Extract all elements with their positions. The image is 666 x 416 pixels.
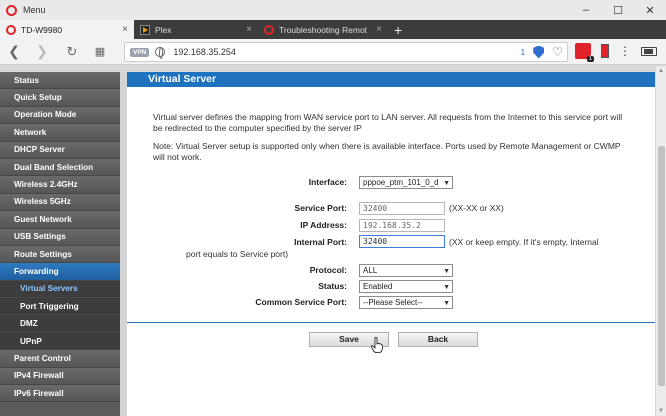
page-scrollbar[interactable]: ▲ ▼ bbox=[655, 66, 666, 416]
scroll-up-icon[interactable]: ▲ bbox=[658, 68, 664, 74]
status-select[interactable]: Enabled ▼ bbox=[359, 280, 453, 293]
main-content: Virtual Server Virtual server defines th… bbox=[127, 72, 655, 416]
sidebar-item-status[interactable]: Status bbox=[0, 72, 120, 90]
router-sidebar-menu: Status Quick Setup Operation Mode Network DH… bbox=[0, 72, 120, 416]
tab-label: Troubleshooting Remote A bbox=[279, 24, 367, 35]
sidebar-item-port-triggering[interactable]: Port Triggering bbox=[0, 298, 120, 316]
url-text[interactable]: 192.168.35.254 bbox=[173, 47, 236, 57]
adblock-shield-icon[interactable] bbox=[533, 45, 545, 59]
common-service-port-select[interactable]: --Please Select-- ▼ bbox=[359, 296, 453, 309]
minimize-button[interactable]: – bbox=[570, 0, 602, 20]
scroll-thumb[interactable] bbox=[658, 146, 665, 386]
common-service-port-value: --Please Select-- bbox=[363, 298, 423, 307]
sidebar-item-operation-mode[interactable]: Operation Mode bbox=[0, 106, 120, 125]
sidebar-item-network[interactable]: Network bbox=[0, 124, 120, 142]
sidebar-item-quick-setup[interactable]: Quick Setup bbox=[0, 89, 120, 107]
tab-close-icon[interactable]: × bbox=[376, 24, 382, 35]
plex-tab-icon bbox=[140, 24, 150, 35]
back-button[interactable]: Back bbox=[398, 332, 478, 347]
protocol-select[interactable]: ALL ▼ bbox=[359, 264, 453, 277]
chevron-down-icon: ▼ bbox=[443, 180, 450, 187]
ip-address-input[interactable]: 192.168.35.2 bbox=[359, 219, 445, 232]
tab-plex[interactable]: Plex × bbox=[134, 20, 258, 39]
status-label: Status: bbox=[318, 281, 347, 291]
forward-nav-icon[interactable]: ❯ bbox=[31, 41, 53, 63]
opera-tab-icon bbox=[264, 24, 274, 35]
form-divider bbox=[127, 322, 655, 323]
sidebar-item-virtual-servers[interactable]: Virtual Servers bbox=[0, 280, 120, 299]
maximize-button[interactable]: ☐ bbox=[602, 0, 634, 20]
protocol-select-value: ALL bbox=[363, 266, 378, 275]
page-note: Note: Virtual Server setup is supported … bbox=[153, 141, 621, 162]
sidebar-item-dual-band-selection[interactable]: Dual Band Selection bbox=[0, 158, 120, 177]
globe-icon bbox=[155, 47, 166, 59]
sidebar-item-route-settings[interactable]: Route Settings bbox=[0, 245, 120, 264]
close-window-button[interactable]: ✕ bbox=[634, 0, 666, 20]
extensions-area: 1 ⋮ bbox=[575, 43, 657, 62]
extension-flag-icon[interactable] bbox=[601, 44, 609, 58]
battery-saver-icon[interactable] bbox=[641, 46, 657, 56]
tab-troubleshooting[interactable]: Troubleshooting Remote A × bbox=[258, 20, 388, 39]
common-service-port-label: Common Service Port: bbox=[255, 297, 347, 307]
chevron-down-icon: ▼ bbox=[443, 284, 450, 291]
hand-cursor-icon bbox=[371, 337, 383, 353]
internal-port-hint-cont: port equals to Service port) bbox=[186, 249, 289, 259]
chevron-down-icon: ▼ bbox=[443, 300, 450, 307]
sidebar-item-dhcp-server[interactable]: DHCP Server bbox=[0, 141, 120, 159]
status-select-value: Enabled bbox=[363, 282, 393, 291]
interface-select-value: pppoe_ptm_101_0_d bbox=[363, 178, 439, 187]
speed-dial-grid-icon[interactable]: ▦ bbox=[89, 41, 111, 63]
opera-tab-icon bbox=[6, 24, 16, 35]
address-bar[interactable]: VPN 192.168.35.254 1 ♡ bbox=[124, 42, 568, 62]
ad-block-count: 1 bbox=[520, 47, 526, 57]
window-titlebar: Menu – ☐ ✕ bbox=[0, 0, 666, 20]
sidebar-item-dmz[interactable]: DMZ bbox=[0, 315, 120, 333]
back-nav-icon[interactable]: ❮ bbox=[3, 41, 25, 63]
protocol-label: Protocol: bbox=[309, 265, 347, 275]
address-toolbar: ❮ ❯ ↻ ▦ VPN 192.168.35.254 1 ♡ 1 ⋮ bbox=[0, 39, 666, 65]
tab-label: TD-W9980 bbox=[21, 24, 63, 35]
extension-red-icon[interactable]: 1 bbox=[575, 43, 594, 62]
internal-port-input[interactable]: 32400 bbox=[359, 235, 445, 248]
page-description: Virtual server defines the mapping from … bbox=[153, 112, 623, 133]
sidebar-item-forwarding[interactable]: Forwarding bbox=[0, 263, 120, 281]
service-port-input[interactable]: 32400 bbox=[359, 202, 445, 215]
url-actions: 1 ♡ bbox=[521, 45, 564, 59]
service-port-label: Service Port: bbox=[294, 203, 347, 213]
tab-close-icon[interactable]: × bbox=[246, 24, 252, 35]
tab-label: Plex bbox=[155, 24, 172, 35]
sidebar-item-wireless-5ghz[interactable]: Wireless 5GHz bbox=[0, 193, 120, 212]
sidebar-item-ipv4-firewall[interactable]: IPv4 Firewall bbox=[0, 367, 120, 386]
tab-strip: TD-W9980 × Plex × Troubleshooting Remote… bbox=[0, 20, 666, 39]
scroll-down-icon[interactable]: ▼ bbox=[658, 408, 664, 414]
internal-port-label: Internal Port: bbox=[294, 237, 347, 247]
window-controls: – ☐ ✕ bbox=[570, 0, 666, 20]
tab-close-icon[interactable]: × bbox=[122, 24, 128, 35]
page-title: Virtual Server bbox=[127, 72, 655, 87]
chevron-down-icon: ▼ bbox=[443, 268, 450, 275]
interface-select[interactable]: pppoe_ptm_101_0_d ▼ bbox=[359, 176, 453, 189]
menu-button[interactable]: Menu bbox=[23, 5, 46, 15]
ip-address-label: IP Address: bbox=[300, 220, 347, 230]
sidebar-item-upnp[interactable]: UPnP bbox=[0, 332, 120, 351]
sidebar-item-ipv6-firewall[interactable]: IPv6 Firewall bbox=[0, 385, 120, 403]
opera-logo-icon[interactable] bbox=[6, 4, 17, 16]
sidebar-item-wireless-2-4ghz[interactable]: Wireless 2.4GHz bbox=[0, 176, 120, 194]
new-tab-button[interactable]: + bbox=[388, 20, 408, 39]
sidebar-item-parent-control[interactable]: Parent Control bbox=[0, 350, 120, 368]
sidebar-item-usb-settings[interactable]: USB Settings bbox=[0, 228, 120, 246]
service-port-hint: (XX-XX or XX) bbox=[449, 203, 504, 213]
sidebar-item-guest-network[interactable]: Guest Network bbox=[0, 211, 120, 229]
extension-badge: 1 bbox=[586, 56, 594, 62]
page-top-band bbox=[0, 65, 655, 72]
vpn-badge[interactable]: VPN bbox=[130, 47, 150, 57]
extensions-menu-icon[interactable]: ⋮ bbox=[619, 44, 631, 58]
interface-label: Interface: bbox=[308, 177, 347, 187]
internal-port-hint: (XX or keep empty. If it's empty, Intern… bbox=[449, 237, 599, 247]
tab-td-w9980[interactable]: TD-W9980 × bbox=[0, 20, 134, 39]
bookmark-heart-icon[interactable]: ♡ bbox=[552, 45, 563, 59]
reload-icon[interactable]: ↻ bbox=[61, 41, 83, 63]
